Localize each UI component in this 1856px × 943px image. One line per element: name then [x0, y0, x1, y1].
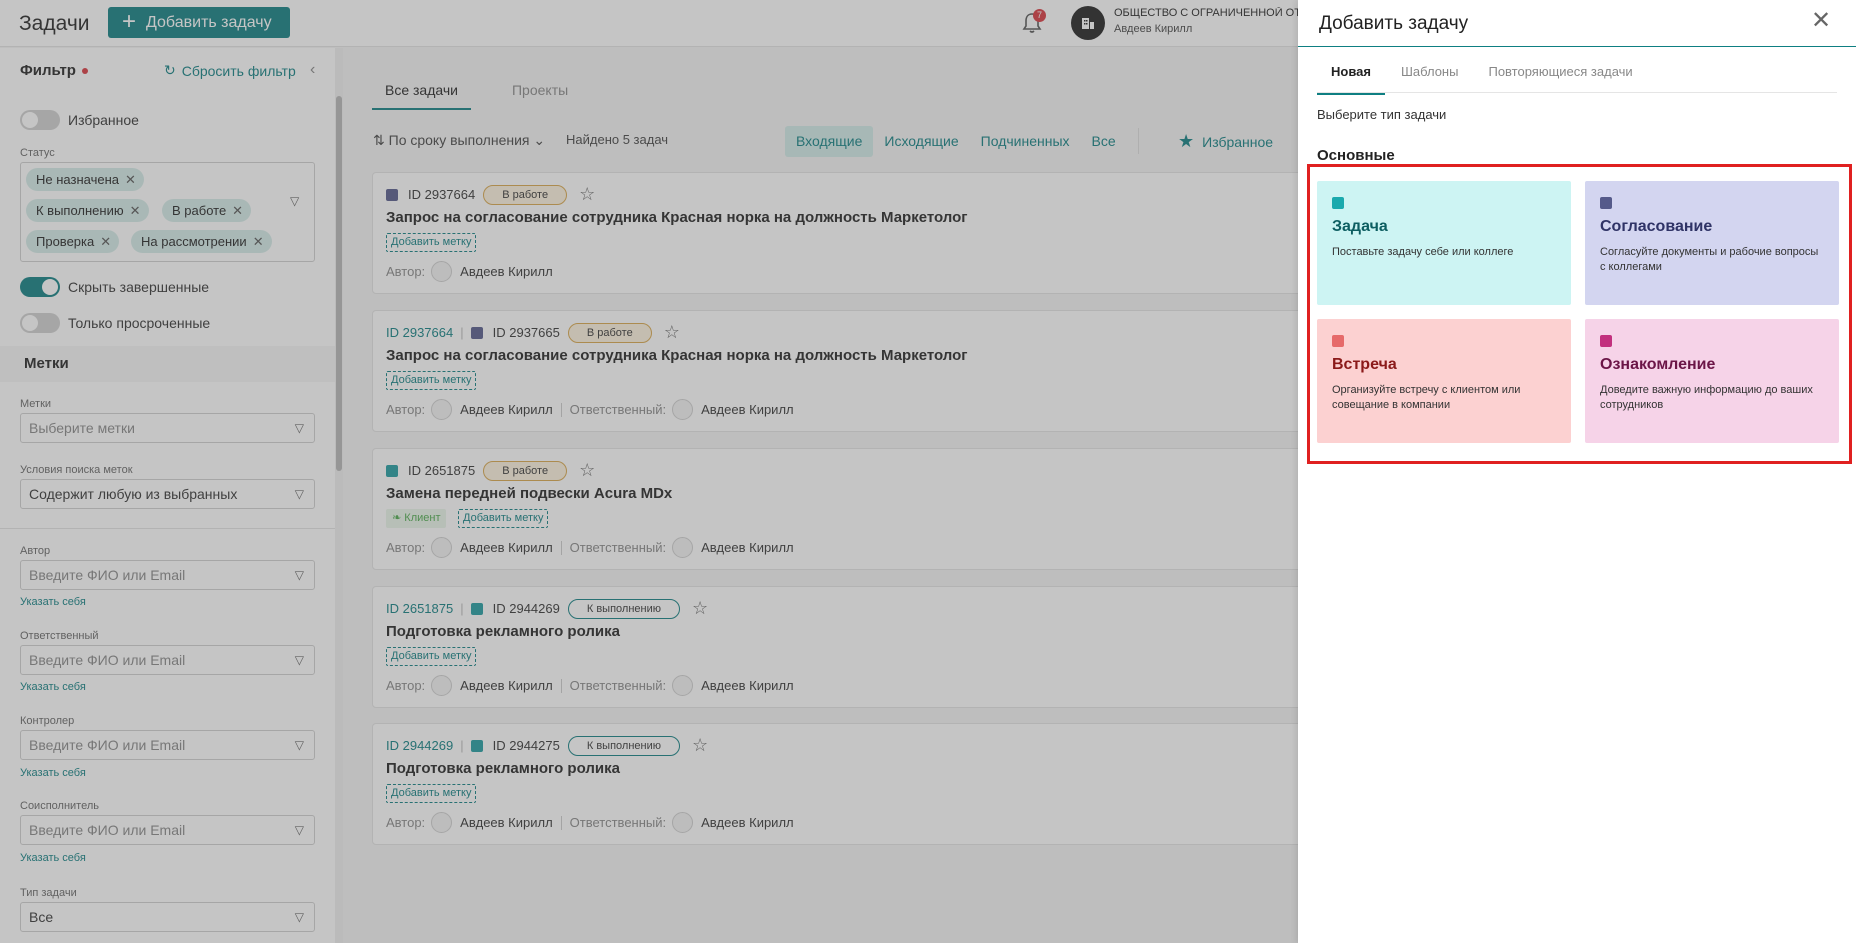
close-icon[interactable]: ✕	[1811, 9, 1831, 33]
type-card-task[interactable]: Задача Поставьте задачу себе или коллеге	[1317, 181, 1571, 305]
tab-new[interactable]: Новая	[1317, 64, 1385, 95]
type-card-desc: Согласуйте документы и рабочие вопросы с…	[1600, 246, 1819, 273]
divider	[1298, 46, 1856, 47]
type-card-desc: Доведите важную информацию до ваших сотр…	[1600, 384, 1813, 411]
type-card-name: Согласование	[1600, 218, 1713, 235]
type-card-desc: Организуйте встречу с клиентом или совещ…	[1332, 384, 1521, 411]
tab-templates[interactable]: Шаблоны	[1387, 64, 1473, 95]
modal-overlay[interactable]	[0, 0, 1298, 943]
section-title: Основные	[1317, 147, 1395, 164]
type-card-approval[interactable]: Согласование Согласуйте документы и рабо…	[1585, 181, 1839, 305]
tab-recurring[interactable]: Повторяющиеся задачи	[1474, 64, 1646, 95]
type-card-name: Ознакомление	[1600, 356, 1716, 373]
drawer-hint: Выберите тип задачи	[1317, 107, 1447, 122]
type-card-acquaintance[interactable]: Ознакомление Доведите важную информацию …	[1585, 319, 1839, 443]
divider	[1317, 92, 1837, 93]
type-card-desc: Поставьте задачу себе или коллеге	[1332, 246, 1514, 258]
drawer-title: Добавить задачу	[1319, 13, 1469, 34]
type-card-meeting[interactable]: Встреча Организуйте встречу с клиентом и…	[1317, 319, 1571, 443]
clock-icon	[1332, 335, 1344, 347]
eye-icon	[1600, 335, 1612, 347]
task-icon	[1332, 197, 1344, 209]
add-task-drawer: Добавить задачу ✕ Новая Шаблоны Повторяю…	[1298, 0, 1856, 943]
type-card-name: Задача	[1332, 218, 1388, 235]
approval-icon	[1600, 197, 1612, 209]
drawer-tabs: Новая Шаблоны Повторяющиеся задачи	[1317, 64, 1649, 95]
type-card-name: Встреча	[1332, 356, 1397, 373]
